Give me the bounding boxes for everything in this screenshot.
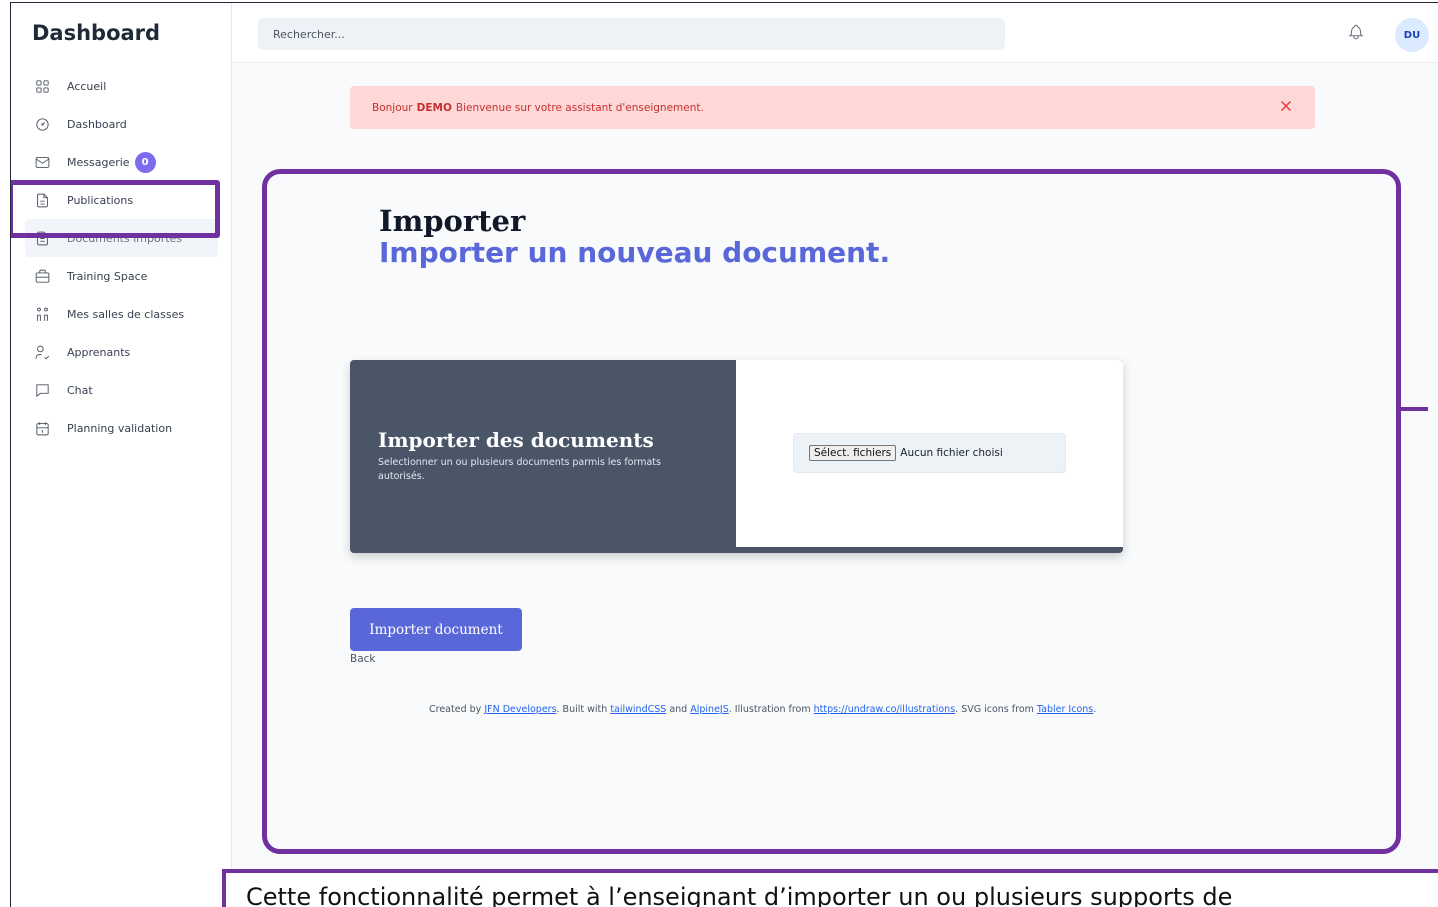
footer-link-jfn[interactable]: JFN Developers (484, 704, 556, 715)
footer-text: . Illustration from (728, 704, 811, 715)
sidebar-item-label: Documents importés (67, 231, 183, 245)
users-icon (33, 305, 51, 323)
sidebar: Dashboard Accueil Dashboard Messagerie 0… (11, 3, 232, 907)
brand-title: Dashboard (32, 21, 161, 45)
footer: Created by JFN Developers. Built with ta… (429, 704, 1096, 715)
sidebar-item-dashboard[interactable]: Dashboard (25, 105, 218, 143)
back-link[interactable]: Back (350, 653, 376, 665)
footer-link-undraw[interactable]: https://undraw.co/illustrations (814, 704, 956, 715)
search-input[interactable] (258, 18, 1005, 50)
message-icon (33, 381, 51, 399)
sidebar-nav: Accueil Dashboard Messagerie 0 Publicati… (25, 67, 218, 447)
file-input[interactable]: Sélect. fichiers Aucun fichier choisi (793, 433, 1066, 473)
sidebar-item-label: Publications (67, 193, 134, 207)
alert-message: Bienvenue sur votre assistant d'enseigne… (455, 101, 704, 114)
briefcase-icon (33, 267, 51, 285)
gauge-icon (33, 115, 51, 133)
close-icon[interactable] (1277, 97, 1297, 117)
footer-text: . (1093, 704, 1097, 715)
sidebar-item-label: Training Space (67, 269, 148, 283)
sidebar-item-training-space[interactable]: Training Space (25, 257, 218, 295)
user-check-icon (33, 343, 51, 361)
callout-connector (1398, 407, 1428, 411)
sidebar-item-planning[interactable]: Planning validation (25, 409, 218, 447)
file-status: Aucun fichier choisi (900, 447, 1003, 459)
import-panel-description: Selectionner un ou plusieurs documents p… (378, 457, 661, 482)
caption-box: Cette fonctionnalité permet à l’enseigna… (222, 869, 1438, 907)
page-title: Importer (379, 204, 526, 238)
file-text-icon (33, 191, 51, 209)
sidebar-item-accueil[interactable]: Accueil (25, 67, 218, 105)
sidebar-item-label: Dashboard (67, 117, 127, 131)
message-count-badge: 0 (134, 151, 156, 173)
sidebar-item-chat[interactable]: Chat (25, 371, 218, 409)
mail-icon (33, 153, 51, 171)
sidebar-item-label: Apprenants (67, 345, 131, 359)
grid-icon (33, 77, 51, 95)
import-panel: Importer des documents Selectionner un o… (350, 360, 1123, 553)
sidebar-item-label: Planning validation (67, 421, 173, 435)
sidebar-item-label: Accueil (67, 79, 107, 93)
import-panel-info: Importer des documents Selectionner un o… (378, 428, 688, 484)
footer-link-alpine[interactable]: AlpineJS (690, 704, 729, 715)
footer-link-tabler[interactable]: Tabler Icons (1037, 704, 1093, 715)
sidebar-item-label: Chat (67, 383, 93, 397)
import-document-button[interactable]: Importer document (350, 608, 522, 651)
footer-text: Created by (429, 704, 482, 715)
import-panel-title: Importer des documents (378, 428, 654, 452)
sidebar-item-documents-importes[interactable]: Documents importés (25, 219, 218, 257)
footer-text: and (669, 704, 688, 715)
sidebar-item-salles[interactable]: Mes salles de classes (25, 295, 218, 333)
bell-icon[interactable] (1347, 23, 1367, 43)
welcome-alert: Bonjour DEMO Bienvenue sur votre assista… (350, 86, 1315, 129)
sidebar-item-label: Mes salles de classes (67, 307, 185, 321)
page-subtitle: Importer un nouveau document. (379, 236, 891, 269)
select-files-button[interactable]: Sélect. fichiers (809, 445, 897, 461)
import-panel-form: Sélect. fichiers Aucun fichier choisi (736, 360, 1123, 547)
footer-text: . SVG icons from (955, 704, 1034, 715)
sidebar-item-label: Messagerie (67, 155, 130, 169)
top-bar: DU (232, 3, 1438, 63)
footer-text: . Built with (556, 704, 608, 715)
sidebar-item-publications[interactable]: Publications (25, 181, 218, 219)
file-icon (33, 229, 51, 247)
sidebar-item-messagerie[interactable]: Messagerie 0 (25, 143, 218, 181)
alert-username: DEMO (416, 101, 452, 114)
footer-link-tailwind[interactable]: tailwindCSS (610, 704, 666, 715)
avatar[interactable]: DU (1395, 18, 1429, 52)
calendar-icon (33, 419, 51, 437)
alert-prefix: Bonjour (372, 101, 413, 114)
sidebar-item-apprenants[interactable]: Apprenants (25, 333, 218, 371)
